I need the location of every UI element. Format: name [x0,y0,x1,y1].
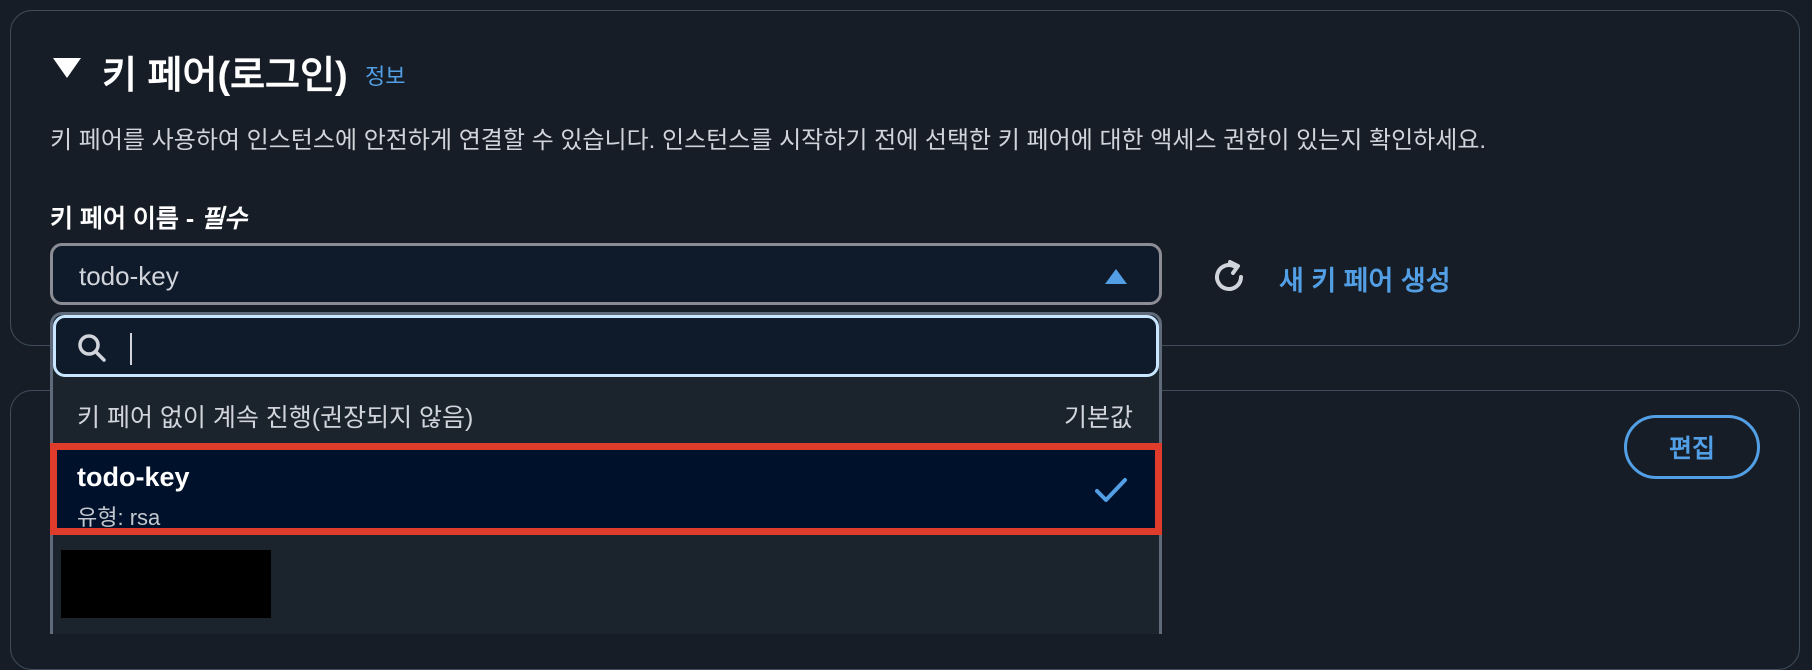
option-type: 유형: rsa [77,505,161,530]
default-tag: 기본값 [1063,404,1133,432]
option-no-key-pair[interactable]: 키 페어 없이 계속 진행(권장되지 않음) 기본값 [53,388,1159,440]
section-title: 키 페어(로그인) [102,55,348,97]
caret-up-icon [1105,269,1127,284]
option-name: todo-key [77,462,190,492]
key-pair-dropdown: 키 페어 없이 계속 진행(권장되지 않음) 기본값 todo-key 유형: … [50,312,1162,634]
search-input[interactable] [53,315,1159,377]
text-cursor [130,333,132,365]
label-text: 키 페어 이름 - [50,205,202,233]
info-link[interactable]: 정보 [365,59,405,91]
edit-button[interactable]: 편집 [1624,415,1760,479]
search-icon [78,334,106,362]
create-key-pair-link[interactable]: 새 키 페어 생성 [1279,259,1451,298]
redacted-option[interactable] [61,550,271,618]
option-label: 키 페어 없이 계속 진행(권장되지 않음) [77,404,474,432]
key-pair-name-label: 키 페어 이름 - 필수 [50,199,247,235]
required-text: 필수 [201,205,248,233]
caret-down-icon[interactable] [53,58,81,78]
refresh-icon[interactable] [1208,256,1250,298]
checkmark-icon [1095,478,1127,502]
key-pair-select[interactable]: todo-key [50,243,1162,305]
option-todo-key[interactable]: todo-key 유형: rsa [50,443,1162,535]
selected-value: todo-key [79,261,179,291]
section-description: 키 페어를 사용하여 인스턴스에 안전하게 연결할 수 있습니다. 인스턴스를 … [50,127,1487,154]
